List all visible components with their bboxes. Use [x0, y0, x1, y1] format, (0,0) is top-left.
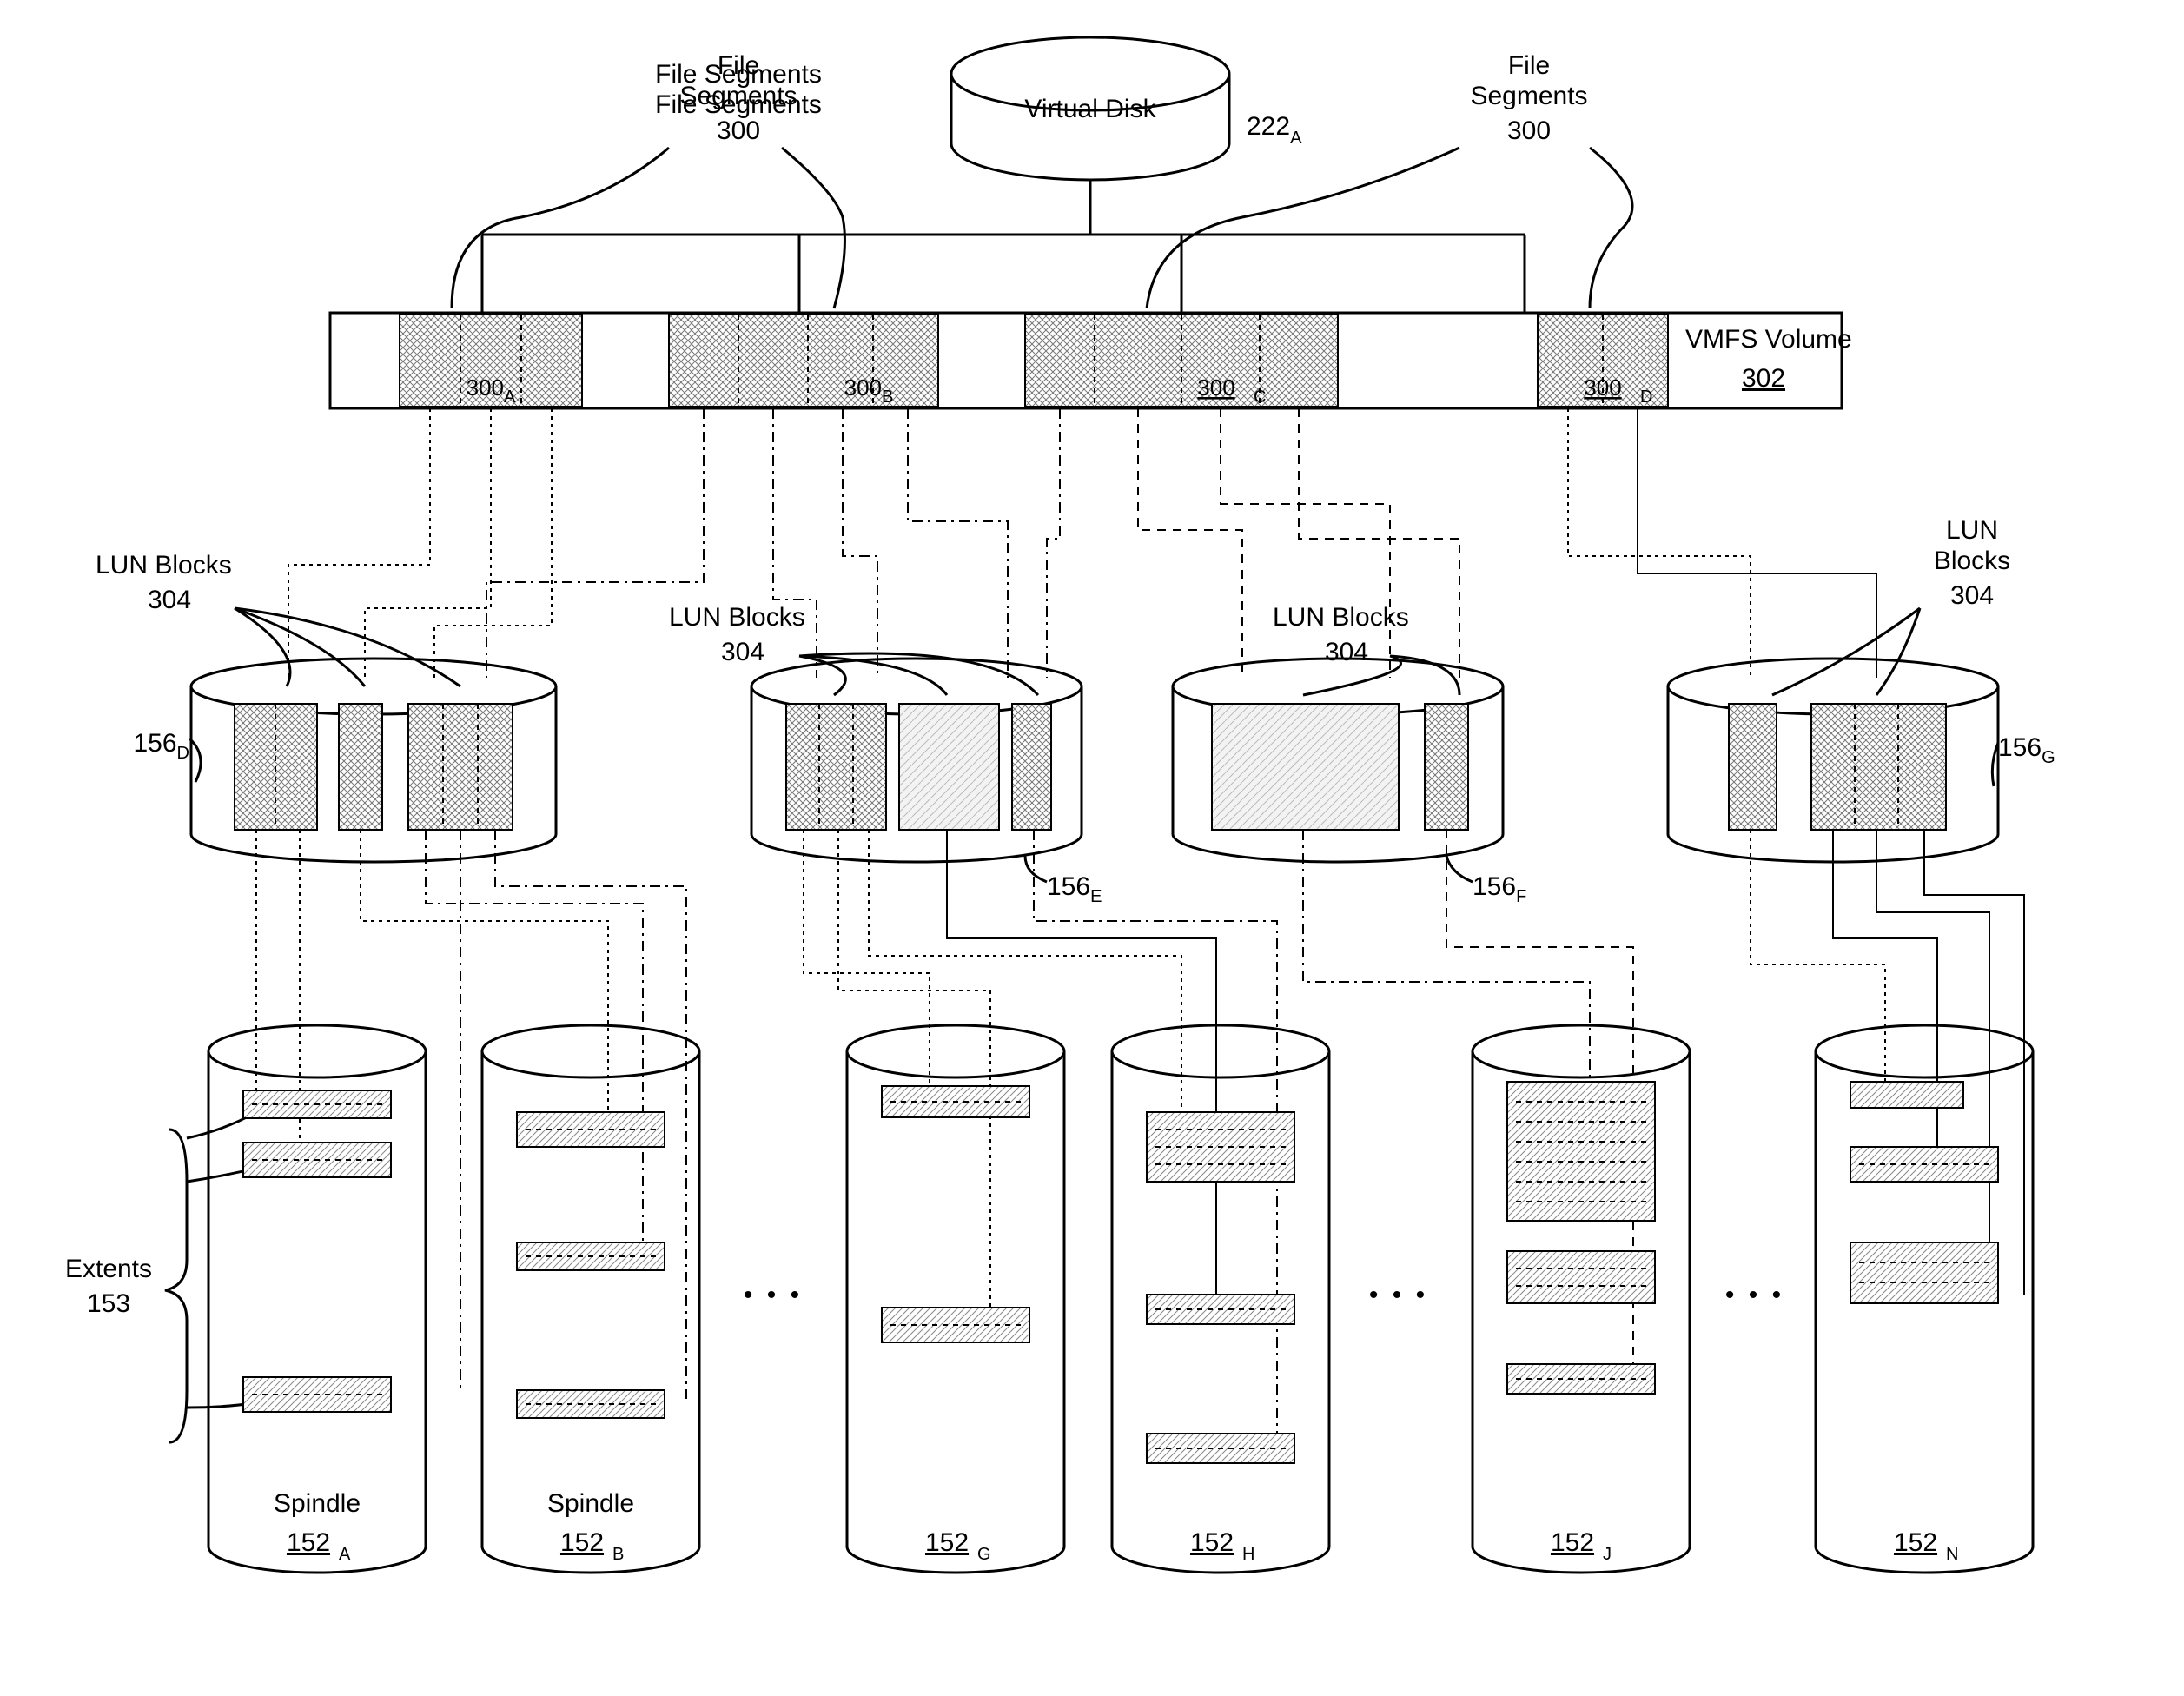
lun-label-1: LUN Blocks 304: [96, 551, 460, 686]
vdisk-connectors: [452, 148, 1632, 313]
svg-text:D: D: [1640, 388, 1652, 407]
lun-156f: 156F: [1173, 659, 1526, 906]
spindle-152b: Spindle 152 B: [482, 1025, 699, 1573]
svg-text:304: 304: [1325, 638, 1368, 666]
svg-text:Blocks: Blocks: [1934, 547, 2010, 575]
svg-text:152: 152: [287, 1528, 330, 1557]
svg-text:156D: 156D: [133, 729, 189, 763]
svg-text:LUN: LUN: [1946, 516, 1998, 545]
svg-text:Segments: Segments: [679, 82, 797, 110]
svg-text:153: 153: [87, 1289, 130, 1318]
lun-label-4: LUN Blocks 304: [1772, 516, 2010, 695]
spindle-152a: Spindle 152 A: [208, 1025, 426, 1573]
svg-text:300: 300: [717, 116, 760, 145]
svg-text:156G: 156G: [1998, 733, 2055, 767]
svg-text:304: 304: [1950, 581, 1994, 610]
svg-text:LUN Blocks: LUN Blocks: [669, 603, 805, 632]
svg-text:LUN Blocks: LUN Blocks: [96, 551, 232, 580]
svg-text:C: C: [1254, 388, 1266, 407]
svg-text:Spindle: Spindle: [547, 1489, 634, 1518]
virtual-disk: Virtual Disk: [951, 37, 1229, 180]
svg-text:H: H: [1242, 1545, 1254, 1564]
vmfs-volume: 300A 300B 300 C 300 D VMFS Volume 302: [330, 313, 1852, 408]
virtual-disk-ref: 222A: [1247, 112, 1302, 148]
svg-text:Extents: Extents: [65, 1255, 152, 1283]
svg-text:156E: 156E: [1047, 872, 1102, 906]
svg-text:LUN Blocks: LUN Blocks: [1273, 603, 1409, 632]
lun-label-2: LUN Blocks 304: [669, 603, 1038, 695]
svg-text:300: 300: [1584, 374, 1621, 401]
ellipsis-2: • • •: [1369, 1281, 1428, 1309]
svg-text:J: J: [1603, 1545, 1612, 1564]
file-segments-right: File Segments 300: [1470, 51, 1587, 145]
svg-text:152: 152: [1894, 1528, 1937, 1557]
svg-text:File: File: [1508, 51, 1550, 80]
spindle-152g: 152 G: [847, 1025, 1064, 1573]
svg-text:156F: 156F: [1473, 872, 1526, 906]
vmfs-volume-label: VMFS Volume: [1685, 325, 1852, 354]
segment-300c: 300 C: [1025, 315, 1338, 407]
segment-300d: 300 D: [1538, 315, 1668, 407]
svg-text:304: 304: [721, 638, 764, 666]
svg-text:152: 152: [1190, 1528, 1234, 1557]
svg-text:G: G: [977, 1545, 991, 1564]
svg-text:300: 300: [1507, 116, 1551, 145]
ellipsis-3: • • •: [1725, 1281, 1784, 1309]
vmfs-volume-ref: 302: [1742, 364, 1785, 393]
svg-text:Segments: Segments: [1470, 82, 1587, 110]
svg-text:152: 152: [1551, 1528, 1594, 1557]
spindle-152j: 152 J: [1473, 1025, 1690, 1573]
diagram-root: Virtual Disk 222A File Segments File Seg…: [0, 0, 2184, 1696]
lun-156d: 156D: [133, 659, 556, 862]
svg-text:A: A: [339, 1545, 351, 1564]
spindle-152h: 152 H: [1112, 1025, 1329, 1573]
ellipsis-1: • • •: [744, 1281, 803, 1309]
svg-text:B: B: [612, 1545, 624, 1564]
svg-text:304: 304: [148, 586, 191, 614]
svg-text:152: 152: [925, 1528, 969, 1557]
spindle-152n: 152 N: [1816, 1025, 2033, 1573]
svg-text:N: N: [1946, 1545, 1958, 1564]
svg-text:152: 152: [560, 1528, 604, 1557]
svg-text:300: 300: [1197, 374, 1234, 401]
virtual-disk-label: Virtual Disk: [1024, 95, 1156, 123]
svg-text:File: File: [718, 51, 759, 80]
seg-to-lun-lines: [288, 408, 1876, 678]
segment-300b: 300B: [669, 315, 938, 407]
lun-156g: 156G: [1668, 659, 2055, 862]
svg-text:Spindle: Spindle: [274, 1489, 361, 1518]
segment-300a: 300A: [400, 315, 582, 407]
lun-label-3: LUN Blocks 304: [1273, 603, 1459, 695]
